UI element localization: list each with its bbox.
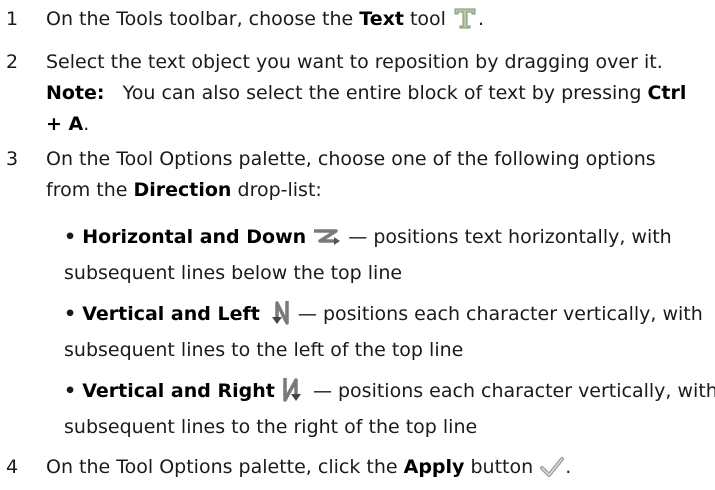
- step-number: 4: [6, 456, 19, 478]
- vertical-left-icon: [266, 299, 292, 335]
- text-tool-icon: [452, 6, 478, 40]
- step-text: Select the text object you want to repos…: [46, 47, 711, 140]
- apply-label: Apply: [403, 456, 465, 478]
- direction-label: Direction: [133, 179, 232, 201]
- horizontal-down-icon: [312, 226, 342, 258]
- option-vertical-right: • Vertical and Right — positions each ch…: [64, 376, 715, 443]
- apply-checkmark-icon: [539, 456, 565, 488]
- option-vertical-left: • Vertical and Left — positions each cha…: [64, 299, 711, 366]
- text-tool-label: Text: [359, 8, 404, 30]
- step-number: 3: [6, 148, 19, 170]
- option-horizontal-down: • Horizontal and Down — positions text h…: [64, 226, 672, 284]
- step-text: On the Tools toolbar, choose the Text to…: [46, 4, 711, 40]
- step-text: On the Tool Options palette, choose one …: [46, 148, 656, 201]
- step-number: 2: [6, 51, 19, 73]
- note: Note: You can also select the entire blo…: [46, 82, 687, 104]
- vertical-right-icon: [281, 376, 307, 412]
- step-number: 1: [6, 8, 19, 30]
- step-text: On the Tool Options palette, click the A…: [46, 452, 711, 488]
- note-label: Note:: [46, 82, 105, 104]
